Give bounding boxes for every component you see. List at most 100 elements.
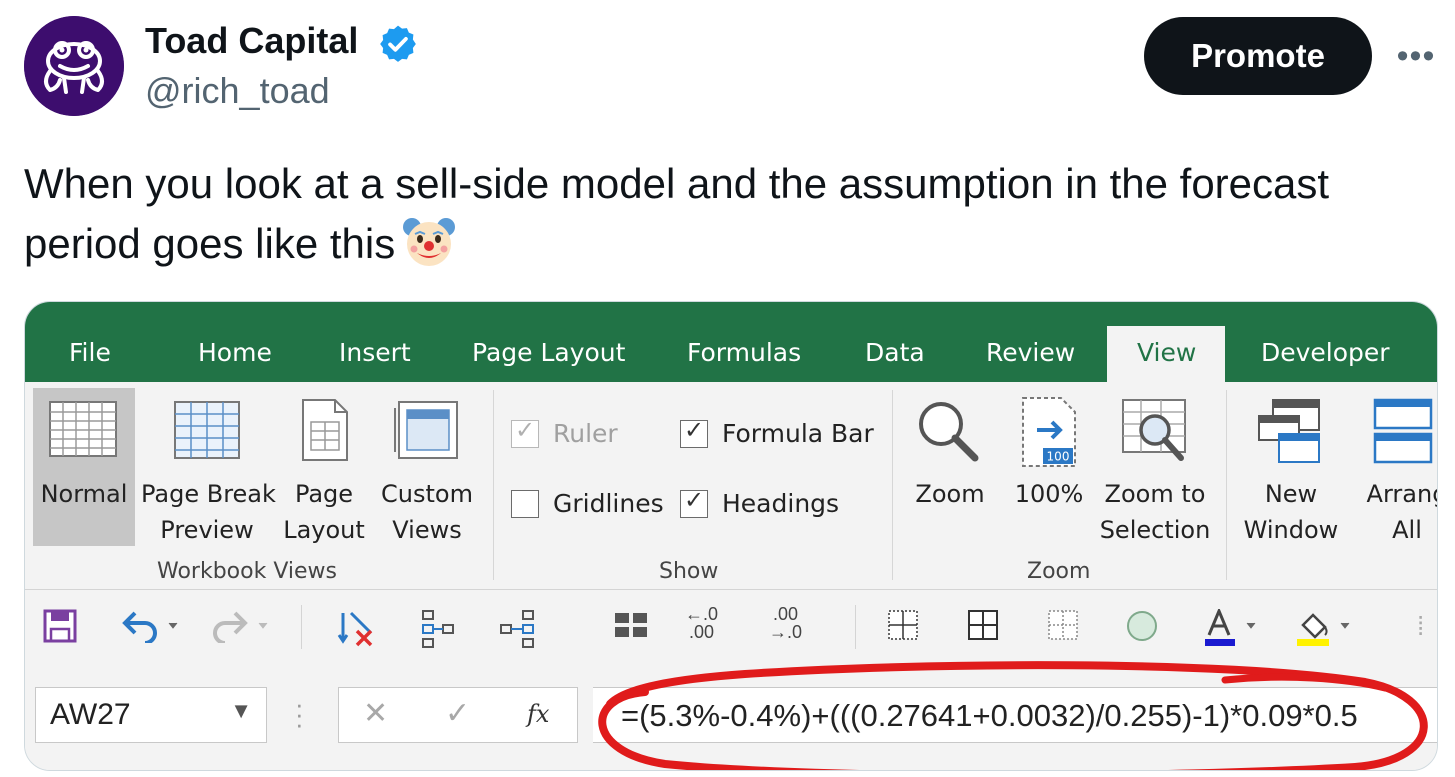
decrease-decimal-icon[interactable]: .00 →.0 [769,605,802,641]
new-window-icon [1258,399,1320,463]
tab-page-layout[interactable]: Page Layout [472,338,625,367]
merge-cells-icon[interactable] [613,609,649,643]
ruler-label: Ruler [553,419,618,448]
all-borders-icon[interactable] [967,609,999,641]
enter-check-icon[interactable]: ✓ [445,696,470,731]
border-inside-icon[interactable] [887,609,919,641]
new-window-button[interactable]: New Window [1235,388,1347,546]
undo-icon[interactable] [121,609,183,643]
custom-views-line1: Custom [381,480,473,508]
display-name[interactable]: Toad Capital [145,20,358,62]
more-options-icon[interactable]: ••• [1394,36,1438,76]
tab-data[interactable]: Data [865,338,925,367]
headings-checkbox[interactable]: ✓ Headings [680,486,840,518]
formula-input[interactable]: =(5.3%-0.4%)+(((0.27641+0.0032)/0.255)-1… [593,687,1437,743]
toolbar-divider [855,605,856,649]
arrange-line2: All [1392,516,1422,544]
trace-precedents-icon[interactable] [417,609,457,649]
tab-view[interactable]: View [1107,326,1225,382]
redo-icon[interactable] [213,609,275,643]
tweet-body: When you look at a sell-side model and t… [24,160,1330,267]
magnifier-icon [919,402,979,462]
tab-developer[interactable]: Developer [1261,338,1390,367]
zoom-100-button[interactable]: 100 100% [1007,388,1091,546]
toad-logo-icon [24,16,124,116]
group-divider [493,390,494,580]
fill-color-icon[interactable] [1295,609,1357,647]
zoom-selection-line1: Zoom to [1104,480,1206,508]
tab-review[interactable]: Review [986,338,1075,367]
name-box[interactable]: AW27 ▼ [35,687,267,743]
chevron-down-icon[interactable]: ▼ [230,698,252,724]
zoom-group-label: Zoom [1027,559,1091,584]
custom-views-icon [394,401,458,459]
page-layout-line1: Page [294,480,354,508]
page-break-line2: Preview [160,516,254,544]
zoom-100-icon: 100 [1022,397,1076,467]
arrange-all-button[interactable]: Arrang All [1351,388,1437,546]
normal-view-button[interactable]: Normal [33,388,135,546]
arrange-line1: Arrang [1366,480,1437,508]
cell-reference: AW27 [50,698,131,731]
shape-oval-icon[interactable] [1125,609,1159,643]
formula-buttons: ✕ ✓ fx [338,687,578,743]
increase-decimal-icon[interactable]: ←.0 .00 [685,605,718,641]
headings-label: Headings [722,489,840,518]
ribbon-view: Normal Page Break Preview Page Layout Cu… [25,382,1437,590]
normal-view-icon [49,401,117,457]
promote-button[interactable]: Promote [1144,17,1372,95]
formula-bar-label: Formula Bar [722,419,874,448]
page-layout-view-button[interactable]: Page Layout [281,388,367,546]
remove-arrows-icon[interactable] [337,609,377,649]
ruler-check-icon: ✓ [511,416,539,448]
custom-views-line2: Views [392,516,462,544]
trace-dependents-icon[interactable] [497,609,537,649]
zoom-label: Zoom [915,480,985,508]
toolbar-divider [301,605,302,649]
tab-home[interactable]: Home [198,338,272,367]
zoom-100-label: 100% [1014,480,1084,508]
insert-function-icon[interactable]: fx [527,700,549,728]
tab-file[interactable]: File [69,338,111,367]
gridlines-check-icon [511,489,539,518]
quick-access-toolbar: ←.0 .00 .00 →.0 ⁞ [25,591,1437,663]
page-break-preview-button[interactable]: Page Break Preview [141,388,276,546]
group-divider [1226,390,1227,580]
avatar[interactable] [24,16,124,116]
page-break-preview-icon [174,401,240,459]
clown-face-icon [401,213,457,269]
zoom-to-selection-button[interactable]: Zoom to Selection [1097,388,1213,546]
user-handle[interactable]: @rich_toad [145,70,330,112]
new-window-line2: Window [1243,516,1339,544]
zoom-button[interactable]: Zoom [905,388,995,546]
no-border-icon[interactable] [1047,609,1079,641]
ribbon-tab-bar: File Home Insert Page Layout Formulas Da… [25,302,1437,382]
zoom-selection-line2: Selection [1099,516,1211,544]
font-color-icon[interactable] [1203,609,1263,647]
tab-insert[interactable]: Insert [339,338,411,367]
gridlines-checkbox[interactable]: Gridlines [511,489,664,518]
save-icon[interactable] [43,609,77,643]
page-break-line1: Page Break [141,480,276,508]
hundred-badge-text: 100 [1047,450,1070,464]
toolbar-overflow-icon[interactable]: ⁞ [1417,611,1424,642]
formula-bar-check-icon: ✓ [680,416,708,448]
new-window-line1: New [1264,480,1318,508]
formula-bar-checkbox[interactable]: ✓ Formula Bar [680,416,874,448]
ruler-checkbox[interactable]: ✓ Ruler [511,416,618,448]
gridlines-label: Gridlines [553,489,664,518]
formula-bar: AW27 ▼ · · · ✕ ✓ fx =(5.3%-0.4%)+(((0.2764… [25,663,1437,770]
custom-views-button[interactable]: Custom Views [375,388,479,546]
attached-image[interactable]: File Home Insert Page Layout Formulas Da… [24,301,1438,771]
arrange-all-icon [1373,398,1433,464]
tweet-text: When you look at a sell-side model and t… [24,154,1424,274]
drag-handle-icon[interactable]: · · · [295,691,304,737]
show-group-label: Show [659,559,719,584]
zoom-to-selection-icon [1122,399,1186,461]
tab-formulas[interactable]: Formulas [687,338,801,367]
page-layout-line2: Layout [283,516,365,544]
page-layout-icon [302,399,348,461]
cancel-icon[interactable]: ✕ [363,696,388,731]
workbook-views-group-label: Workbook Views [157,559,337,584]
headings-check-icon: ✓ [680,486,708,518]
